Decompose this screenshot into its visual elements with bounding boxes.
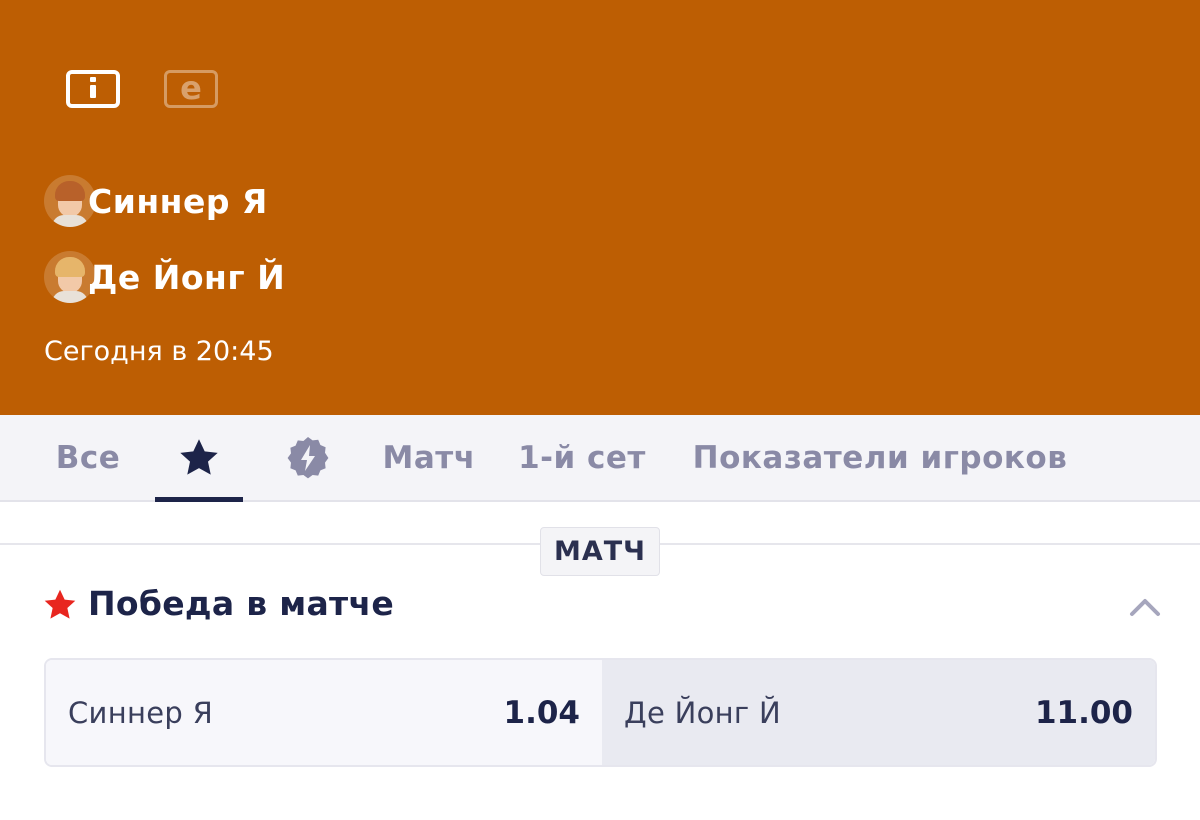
tab-match[interactable]: Матч bbox=[372, 415, 486, 500]
player-1-avatar bbox=[44, 175, 96, 227]
tab-fast-bets[interactable] bbox=[270, 415, 346, 500]
section-label: МАТЧ bbox=[540, 527, 660, 576]
event-header: e Синнер Я Де Йонг Й Сегодня в 20:45 bbox=[0, 0, 1200, 415]
e-icon-glyph: e bbox=[180, 69, 202, 107]
market-title: Победа в матче bbox=[88, 584, 395, 623]
odds-button-player-1[interactable]: Синнер Я 1.04 bbox=[46, 660, 602, 765]
outcome-odds: 1.04 bbox=[503, 694, 581, 731]
tab-first-set[interactable]: 1-й сет bbox=[506, 415, 658, 500]
tab-player-stats[interactable]: Показатели игроков bbox=[680, 415, 1080, 500]
market-tabs: Все Матч 1-й сет Показатели игроков bbox=[0, 415, 1200, 502]
chevron-up-icon[interactable] bbox=[1124, 590, 1166, 622]
player-row-2: Де Йонг Й bbox=[44, 251, 285, 303]
player-2-name: Де Йонг Й bbox=[88, 257, 286, 297]
odds-button-player-2[interactable]: Де Йонг Й 11.00 bbox=[602, 660, 1155, 765]
player-1-name: Синнер Я bbox=[88, 181, 268, 221]
player-2-avatar bbox=[44, 251, 96, 303]
tab-favorites[interactable] bbox=[155, 415, 243, 502]
outcome-label: Де Йонг Й bbox=[624, 695, 781, 730]
info-icon[interactable] bbox=[66, 70, 120, 108]
favorite-star-icon[interactable] bbox=[42, 587, 78, 623]
outcome-label: Синнер Я bbox=[68, 695, 214, 730]
outcome-odds: 11.00 bbox=[1034, 694, 1133, 731]
star-icon bbox=[180, 438, 218, 475]
active-tab-indicator bbox=[155, 497, 243, 502]
lightning-badge-icon bbox=[287, 436, 329, 478]
e-icon[interactable]: e bbox=[164, 69, 218, 108]
odds-row: Синнер Я 1.04 Де Йонг Й 11.00 bbox=[44, 658, 1157, 767]
match-start-time: Сегодня в 20:45 bbox=[44, 336, 274, 367]
tab-all[interactable]: Все bbox=[44, 415, 132, 500]
player-row-1: Синнер Я bbox=[44, 175, 268, 227]
